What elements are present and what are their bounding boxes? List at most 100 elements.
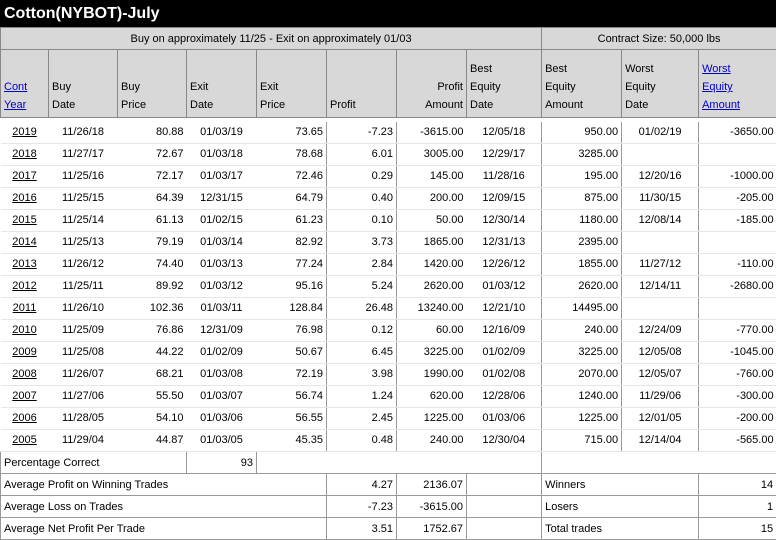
- buy-price: 74.40: [118, 254, 187, 276]
- buy-price: 80.88: [118, 122, 187, 144]
- exit-price: 56.74: [257, 386, 327, 408]
- best-equity-amount: 195.00: [542, 166, 622, 188]
- header-worst-equity-date: WorstEquityDate: [622, 50, 699, 118]
- table-row: 201811/27/1772.6701/03/1878.686.013005.0…: [1, 144, 776, 166]
- best-equity-amount: 1855.00: [542, 254, 622, 276]
- best-equity-date: 12/26/12: [467, 254, 542, 276]
- worst-equity-date: 12/01/05: [622, 408, 699, 430]
- cont-year-link-text[interactable]: 2007: [12, 390, 36, 402]
- cont-year-link[interactable]: 2014: [1, 232, 49, 254]
- best-equity-amount: 1180.00: [542, 210, 622, 232]
- buy-date: 11/25/15: [49, 188, 118, 210]
- profit: 6.45: [327, 342, 397, 364]
- table-row: 200811/26/0768.2101/03/0872.193.981990.0…: [1, 364, 776, 386]
- best-equity-date: 11/28/16: [467, 166, 542, 188]
- best-equity-date: 01/02/09: [467, 342, 542, 364]
- cont-year-link[interactable]: 2007: [1, 386, 49, 408]
- buy-date: 11/25/09: [49, 320, 118, 342]
- best-equity-date: 12/30/14: [467, 210, 542, 232]
- buy-price: 64.39: [118, 188, 187, 210]
- cont-year-link-text[interactable]: 2019: [12, 126, 36, 138]
- profit: -7.23: [327, 122, 397, 144]
- profit: 0.29: [327, 166, 397, 188]
- buy-date: 11/26/07: [49, 364, 118, 386]
- exit-price: 50.67: [257, 342, 327, 364]
- buy-price: 72.67: [118, 144, 187, 166]
- buy-date: 11/25/08: [49, 342, 118, 364]
- cont-year-link[interactable]: 2006: [1, 408, 49, 430]
- cont-year-link[interactable]: 2011: [1, 298, 49, 320]
- profit-amount: -3615.00: [397, 122, 467, 144]
- cont-year-link[interactable]: 2016: [1, 188, 49, 210]
- worst-equity-date: [622, 144, 699, 166]
- profit: 6.01: [327, 144, 397, 166]
- cont-year-link-text[interactable]: 2016: [12, 192, 36, 204]
- worst-equity-date: 12/08/14: [622, 210, 699, 232]
- summary-percentage: Percentage Correct 93: [1, 452, 776, 474]
- worst-equity-amount: -300.00: [699, 386, 776, 408]
- header-best-equity-amount: BestEquityAmount: [542, 50, 622, 118]
- cont-year-link-text[interactable]: 2006: [12, 412, 36, 424]
- exit-price: 82.92: [257, 232, 327, 254]
- cont-year-link-text[interactable]: 2018: [12, 148, 36, 160]
- profit: 2.45: [327, 408, 397, 430]
- worst-equity-amount: -760.00: [699, 364, 776, 386]
- table-row: 201011/25/0976.8612/31/0976.980.1260.001…: [1, 320, 776, 342]
- best-equity-date: 12/28/06: [467, 386, 542, 408]
- cont-year-link[interactable]: 2008: [1, 364, 49, 386]
- cont-year-link[interactable]: 2012: [1, 276, 49, 298]
- cont-year-link-text[interactable]: 2014: [12, 236, 36, 248]
- best-equity-date: 12/31/13: [467, 232, 542, 254]
- cont-year-link[interactable]: 2018: [1, 144, 49, 166]
- profit: 0.12: [327, 320, 397, 342]
- profit-amount: 200.00: [397, 188, 467, 210]
- profit-amount: 1420.00: [397, 254, 467, 276]
- table-row: 200511/29/0444.8701/03/0545.350.48240.00…: [1, 430, 776, 452]
- cont-year-link[interactable]: 2005: [1, 430, 49, 452]
- cont-year-link-text[interactable]: 2009: [12, 346, 36, 358]
- exit-price: 61.23: [257, 210, 327, 232]
- header-cont-year[interactable]: ContYear: [1, 50, 49, 118]
- cont-year-link[interactable]: 2013: [1, 254, 49, 276]
- cont-year-link-text[interactable]: 2013: [12, 258, 36, 270]
- exit-price: 56.55: [257, 408, 327, 430]
- cont-year-link-text[interactable]: 2008: [12, 368, 36, 380]
- worst-equity-amount: -1000.00: [699, 166, 776, 188]
- worst-equity-amount: -770.00: [699, 320, 776, 342]
- cont-year-link-text[interactable]: 2011: [13, 302, 37, 314]
- cont-year-link-text[interactable]: 2005: [12, 434, 36, 446]
- cont-year-link-text[interactable]: 2010: [12, 324, 36, 336]
- cont-year-link[interactable]: 2015: [1, 210, 49, 232]
- buy-price: 76.86: [118, 320, 187, 342]
- profit-amount: 1990.00: [397, 364, 467, 386]
- exit-date: 01/03/06: [187, 408, 257, 430]
- table-row: 200611/28/0554.1001/03/0656.552.451225.0…: [1, 408, 776, 430]
- profit-amount: 60.00: [397, 320, 467, 342]
- exit-date: 01/03/19: [187, 122, 257, 144]
- cont-year-link-text[interactable]: 2017: [12, 170, 36, 182]
- worst-equity-date: 12/14/04: [622, 430, 699, 452]
- best-equity-amount: 1225.00: [542, 408, 622, 430]
- exit-date: 01/03/11: [187, 298, 257, 320]
- cont-year-link[interactable]: 2010: [1, 320, 49, 342]
- exit-price: 77.24: [257, 254, 327, 276]
- profit-amount: 3225.00: [397, 342, 467, 364]
- best-equity-amount: 2395.00: [542, 232, 622, 254]
- summary-avg-net: Average Net Profit Per Trade 3.51 1752.6…: [1, 518, 776, 540]
- header-exit-date: ExitDate: [187, 50, 257, 118]
- cont-year-link[interactable]: 2019: [1, 122, 49, 144]
- cont-year-link[interactable]: 2009: [1, 342, 49, 364]
- header-worst-equity-amount[interactable]: WorstEquityAmount: [699, 50, 776, 118]
- profit: 26.48: [327, 298, 397, 320]
- cont-year-link[interactable]: 2017: [1, 166, 49, 188]
- best-equity-date: 12/09/15: [467, 188, 542, 210]
- worst-equity-amount: -565.00: [699, 430, 776, 452]
- profit: 3.98: [327, 364, 397, 386]
- cont-year-link-text[interactable]: 2015: [12, 214, 36, 226]
- cont-year-link-text[interactable]: 2012: [12, 280, 36, 292]
- profit-amount: 1865.00: [397, 232, 467, 254]
- worst-equity-date: [622, 232, 699, 254]
- exit-price: 73.65: [257, 122, 327, 144]
- table-row: 201911/26/1880.8801/03/1973.65-7.23-3615…: [1, 122, 776, 144]
- exit-price: 72.46: [257, 166, 327, 188]
